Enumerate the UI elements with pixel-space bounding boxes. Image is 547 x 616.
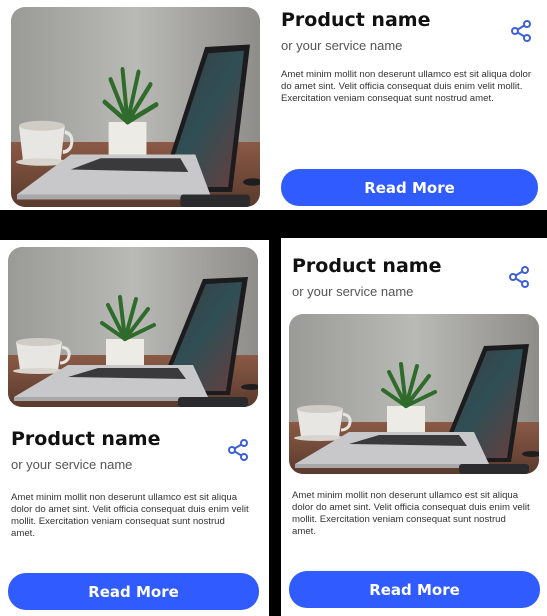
product-subtitle: or your service name: [11, 457, 133, 472]
product-card-1: Product name or your service name Amet m…: [0, 0, 547, 210]
product-title: Product name: [281, 9, 431, 31]
product-card-2: Product name or your service name Amet m…: [0, 240, 269, 616]
product-card-3: Product name or your service name Amet m…: [281, 238, 547, 616]
product-description: Amet minim mollit non deserunt ullamco e…: [11, 492, 249, 539]
product-description: Amet minim mollit non deserunt ullamco e…: [281, 69, 532, 104]
product-image: [8, 247, 258, 407]
product-image: [11, 7, 260, 207]
product-image: [289, 314, 539, 474]
share-icon[interactable]: [509, 19, 533, 43]
read-more-button[interactable]: Read More: [8, 573, 259, 610]
product-subtitle: or your service name: [292, 284, 414, 299]
product-description: Amet minim mollit non deserunt ullamco e…: [292, 490, 530, 537]
share-icon[interactable]: [507, 265, 531, 289]
share-icon[interactable]: [226, 438, 250, 462]
product-title: Product name: [292, 255, 442, 277]
product-subtitle: or your service name: [281, 38, 403, 53]
read-more-button[interactable]: Read More: [289, 571, 540, 608]
product-title: Product name: [11, 428, 161, 450]
read-more-button[interactable]: Read More: [281, 169, 538, 206]
